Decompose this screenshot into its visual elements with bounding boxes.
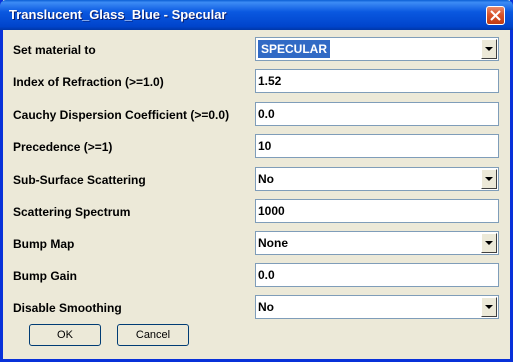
bump-gain-input[interactable]: 0.0	[255, 263, 499, 287]
disable-smoothing-select[interactable]: No	[255, 295, 499, 319]
dialog-window: Translucent_Glass_Blue - Specular Set ma…	[0, 0, 513, 362]
chevron-down-icon	[485, 241, 493, 245]
bump-map-select[interactable]: None	[255, 231, 499, 255]
title-bar[interactable]: Translucent_Glass_Blue - Specular	[0, 0, 513, 30]
bump-map-label: Bump Map	[13, 237, 75, 251]
chevron-down-icon	[485, 305, 493, 309]
scattering-spectrum-label: Scattering Spectrum	[13, 205, 131, 219]
sub-surface-scattering-select[interactable]: No	[255, 167, 499, 191]
row-cauchy-dispersion: Cauchy Dispersion Coefficient (>=0.0) 0.…	[3, 100, 510, 130]
set-material-label: Set material to	[13, 43, 96, 57]
disable-smoothing-label: Disable Smoothing	[13, 301, 122, 315]
chevron-down-icon	[485, 47, 493, 51]
cancel-button[interactable]: Cancel	[117, 324, 189, 346]
row-precedence: Precedence (>=1) 10	[3, 132, 510, 162]
disable-smoothing-value: No	[258, 300, 274, 314]
cauchy-dispersion-value: 0.0	[258, 107, 275, 121]
row-sub-surface-scattering: Sub-Surface Scattering No	[3, 165, 510, 195]
bump-gain-label: Bump Gain	[13, 269, 78, 283]
cauchy-dispersion-input[interactable]: 0.0	[255, 102, 499, 126]
set-material-dropdown-button[interactable]	[481, 39, 497, 59]
set-material-select[interactable]: SPECULAR	[255, 37, 499, 61]
precedence-label: Precedence (>=1)	[13, 140, 113, 154]
index-of-refraction-input[interactable]: 1.52	[255, 69, 499, 93]
index-of-refraction-value: 1.52	[258, 74, 282, 88]
row-bump-map: Bump Map None	[3, 229, 510, 259]
bump-map-dropdown-button[interactable]	[481, 233, 497, 253]
close-button[interactable]	[486, 6, 505, 25]
scattering-spectrum-value: 1000	[258, 204, 285, 218]
cauchy-dispersion-label: Cauchy Dispersion Coefficient (>=0.0)	[13, 108, 230, 122]
precedence-value: 10	[258, 139, 272, 153]
row-disable-smoothing: Disable Smoothing No	[3, 293, 510, 323]
precedence-input[interactable]: 10	[255, 134, 499, 158]
sub-surface-scattering-value: No	[258, 172, 274, 186]
row-scattering-spectrum: Scattering Spectrum 1000	[3, 197, 510, 227]
row-index-of-refraction: Index of Refraction (>=1.0) 1.52	[3, 67, 510, 97]
close-icon	[490, 10, 501, 21]
bump-map-value: None	[258, 236, 288, 250]
index-of-refraction-label: Index of Refraction (>=1.0)	[13, 75, 164, 89]
sub-surface-scattering-dropdown-button[interactable]	[481, 169, 497, 189]
set-material-value: SPECULAR	[258, 40, 331, 58]
ok-button[interactable]: OK	[29, 324, 101, 346]
row-bump-gain: Bump Gain 0.0	[3, 261, 510, 291]
disable-smoothing-dropdown-button[interactable]	[481, 297, 497, 317]
sub-surface-scattering-label: Sub-Surface Scattering	[13, 173, 146, 187]
chevron-down-icon	[485, 177, 493, 181]
scattering-spectrum-input[interactable]: 1000	[255, 199, 499, 223]
row-set-material: Set material to SPECULAR	[3, 35, 510, 65]
bump-gain-value: 0.0	[258, 268, 275, 282]
window-title: Translucent_Glass_Blue - Specular	[9, 7, 227, 22]
